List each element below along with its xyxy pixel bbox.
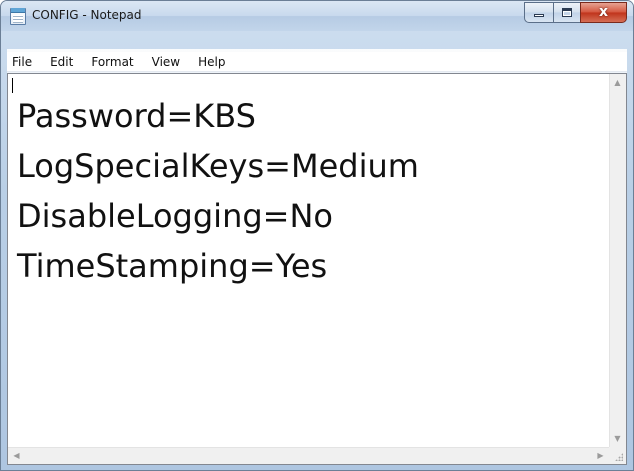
close-icon: x [598,4,609,20]
caption-buttons: x [524,2,627,23]
menu-edit[interactable]: Edit [40,52,81,72]
arrow-up-icon[interactable]: ▲ [609,74,626,91]
size-grip-icon[interactable] [609,447,626,464]
notepad-window: CONFIG - Notepad x File Edit Format View… [0,0,634,471]
menu-format[interactable]: Format [81,52,141,72]
document-line: LogSpecialKeys=Medium [17,147,419,185]
arrow-left-icon[interactable]: ◀ [8,447,25,464]
window-title: CONFIG - Notepad [32,8,142,22]
minimize-button[interactable] [524,2,553,23]
arrow-right-icon[interactable]: ▶ [592,447,609,464]
document-text[interactable]: Password=KBS LogSpecialKeys=Medium Disable… [8,74,609,447]
menu-view[interactable]: View [142,52,188,72]
text-editor[interactable]: Password=KBS LogSpecialKeys=Medium Disable… [7,73,627,465]
title-bar[interactable]: CONFIG - Notepad x [1,1,633,31]
maximize-button[interactable] [553,2,580,23]
document-line: DisableLogging=No [17,197,333,235]
maximize-icon [562,8,572,17]
horizontal-scrollbar[interactable]: ◀ ▶ [8,447,609,464]
document-line: TimeStamping=Yes [17,247,328,285]
menu-bar: File Edit Format View Help [7,52,627,72]
menu-file[interactable]: File [7,52,40,72]
arrow-down-icon[interactable]: ▼ [609,430,626,447]
minimize-icon [534,14,544,17]
menu-help[interactable]: Help [188,52,233,72]
document-line: Password=KBS [17,97,256,135]
close-button[interactable]: x [580,2,627,23]
vertical-scrollbar[interactable]: ▲ ▼ [609,74,626,447]
notepad-icon[interactable] [10,8,26,25]
